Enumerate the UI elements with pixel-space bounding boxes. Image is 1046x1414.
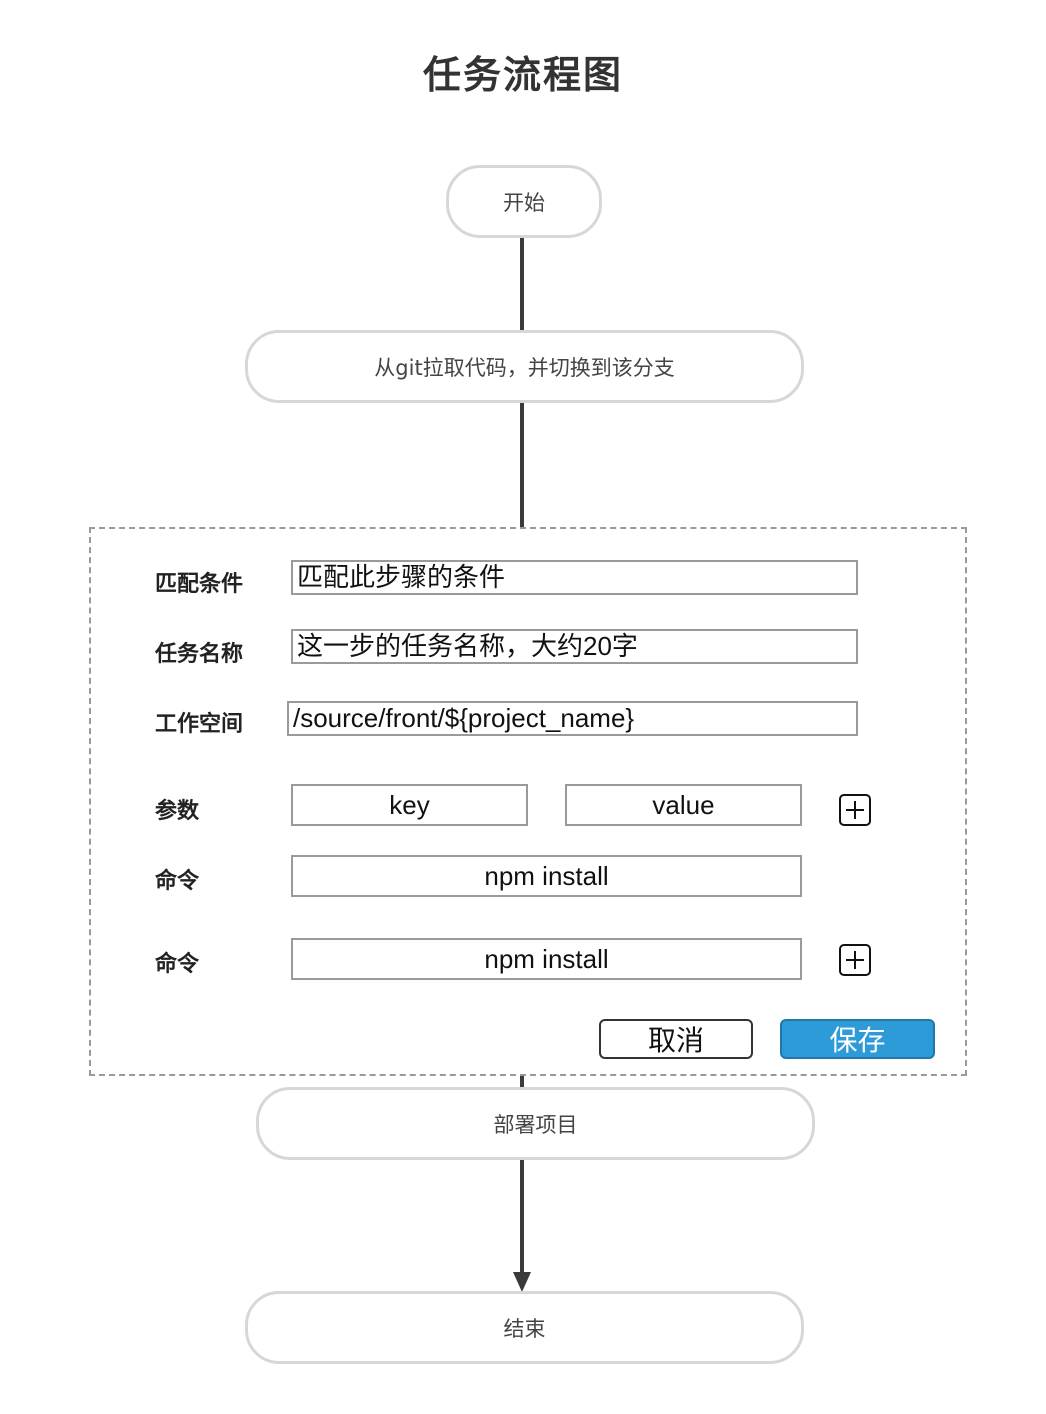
command-input-2[interactable]: npm install <box>291 938 802 980</box>
page-title: 任务流程图 <box>422 53 623 97</box>
param-key-input[interactable]: key <box>291 784 528 826</box>
workspace-label: 工作空间 <box>155 712 244 737</box>
add-command-plus-icon[interactable] <box>839 944 871 976</box>
node-start[interactable]: 开始 <box>446 165 602 238</box>
cancel-button[interactable]: 取消 <box>599 1019 753 1059</box>
match-condition-label: 匹配条件 <box>155 572 244 597</box>
task-name-label: 任务名称 <box>155 642 244 667</box>
connector-start-git <box>520 237 524 332</box>
connector-git-panel <box>520 402 524 528</box>
param-value-input[interactable]: value <box>565 784 802 826</box>
arrow-down-icon <box>513 1272 531 1292</box>
workspace-input[interactable]: /source/front/${project_name} <box>287 701 858 736</box>
node-deploy[interactable]: 部署项目 <box>256 1087 815 1160</box>
save-button[interactable]: 保存 <box>780 1019 935 1059</box>
step-config-panel: 匹配条件 匹配此步骤的条件 任务名称 这一步的任务名称，大约20字 工作空间 /… <box>89 527 967 1076</box>
task-name-input[interactable]: 这一步的任务名称，大约20字 <box>291 629 858 664</box>
add-param-plus-icon[interactable] <box>839 794 871 826</box>
connector-deploy-end <box>520 1158 524 1274</box>
command-label-1: 命令 <box>155 869 200 894</box>
command-label-2: 命令 <box>155 952 200 977</box>
command-input-1[interactable]: npm install <box>291 855 802 897</box>
params-label: 参数 <box>155 799 200 824</box>
node-end[interactable]: 结束 <box>245 1291 804 1364</box>
node-git-pull[interactable]: 从git拉取代码，并切换到该分支 <box>245 330 804 403</box>
match-condition-input[interactable]: 匹配此步骤的条件 <box>291 560 858 595</box>
